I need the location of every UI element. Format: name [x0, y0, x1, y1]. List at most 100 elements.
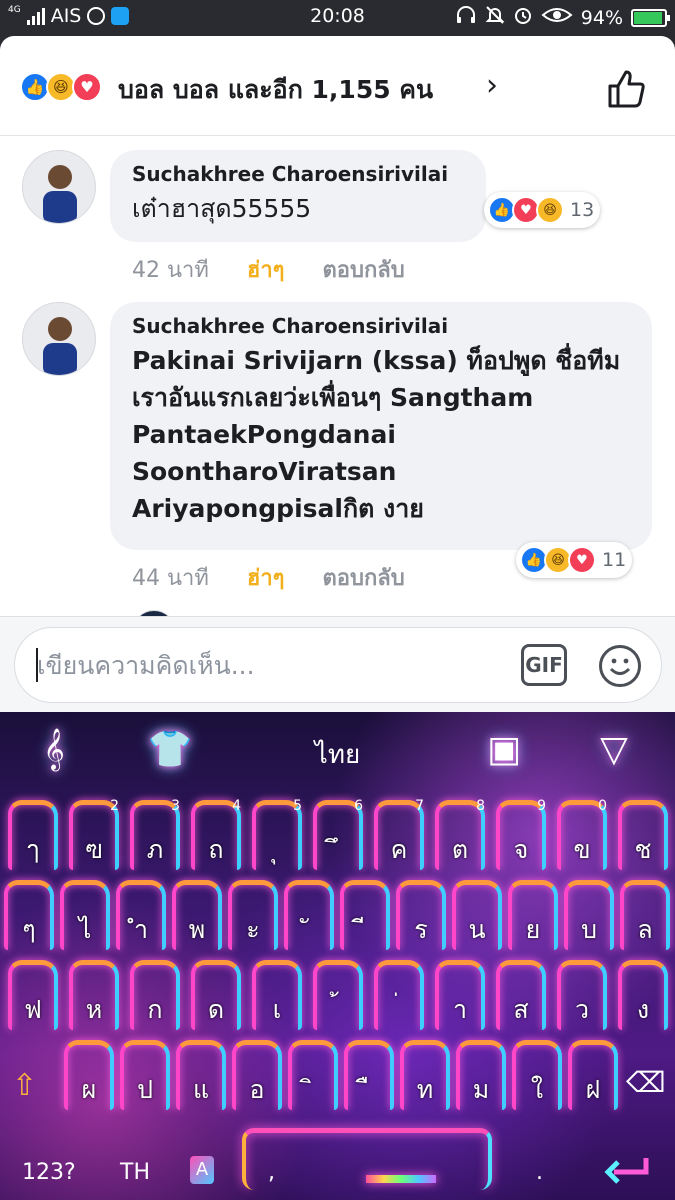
- keyboard-key[interactable]: ม: [454, 1040, 508, 1118]
- reaction-count: 11: [602, 549, 627, 571]
- sticker-icon[interactable]: ▣: [480, 726, 528, 774]
- reply-button[interactable]: ตอบกลับ: [323, 252, 405, 287]
- reaction-icons: 👍 😆 ♥: [20, 72, 102, 102]
- battery-charging-icon: [631, 8, 670, 27]
- keyboard-key[interactable]: ง: [616, 960, 670, 1038]
- keyboard-key[interactable]: บ: [562, 880, 616, 958]
- keyboard-key[interactable]: ต8: [433, 798, 487, 878]
- keyboard-key[interactable]: ิ: [286, 1040, 340, 1118]
- backspace-icon[interactable]: ⌫: [626, 1066, 666, 1099]
- comment-meta: 42 นาที ฮ่าๆ ตอบกลับ: [132, 252, 405, 287]
- headset-icon: [455, 5, 477, 30]
- keyboard-key[interactable]: ะ: [226, 880, 280, 958]
- keyboard-key[interactable]: น: [450, 880, 504, 958]
- comment-field[interactable]: GIF: [14, 627, 662, 703]
- comment-author[interactable]: Suchakhree Charoensirivilai: [132, 314, 630, 338]
- love-reaction-icon: ♥: [568, 546, 596, 574]
- reaction-action-button[interactable]: ฮ่าๆ: [247, 560, 285, 595]
- keyboard-key[interactable]: ป: [118, 1040, 172, 1118]
- key-label: ฝ: [585, 1075, 601, 1104]
- keyboard-key[interactable]: ท: [398, 1040, 452, 1118]
- comment-reactions[interactable]: 👍 ♥ 😆 13: [484, 192, 601, 228]
- emoji-button[interactable]: [599, 645, 641, 687]
- keyboard-key[interactable]: ห: [67, 960, 121, 1038]
- reactions-summary-text[interactable]: บอล บอล และอีก 1,155 คน: [118, 70, 433, 110]
- keyboard-key[interactable]: ช: [616, 800, 670, 878]
- keyboard-key[interactable]: า: [433, 960, 487, 1038]
- gif-button[interactable]: GIF: [521, 644, 567, 686]
- comment-text: เต๋าฮาสุด55555: [132, 194, 312, 223]
- shift-icon[interactable]: ⇧: [12, 1068, 37, 1103]
- avatar[interactable]: [22, 150, 96, 224]
- keyboard-key[interactable]: ส: [494, 960, 548, 1038]
- keyboard-key[interactable]: ำ: [114, 880, 168, 958]
- battery-percent: 94%: [580, 6, 623, 29]
- key-label: ฃ: [85, 835, 103, 864]
- keyboard-key[interactable]: แ: [174, 1040, 228, 1118]
- keyboard-key[interactable]: ใ: [510, 1040, 564, 1118]
- keyboard-key[interactable]: ย: [506, 880, 560, 958]
- keyboard-key[interactable]: ค7: [372, 798, 426, 878]
- keyboard-key[interactable]: พ: [170, 880, 224, 958]
- key-label: ข: [573, 835, 591, 864]
- like-post-button[interactable]: [604, 66, 648, 110]
- keyboard-key[interactable]: ข0: [555, 798, 609, 878]
- keyboard-key[interactable]: เ: [250, 960, 304, 1038]
- love-reaction-icon: ♥: [72, 72, 102, 102]
- enter-icon[interactable]: [604, 1156, 652, 1192]
- keyboard-key[interactable]: ่: [372, 960, 426, 1038]
- keyboard-key[interactable]: ี: [338, 880, 392, 958]
- keyboard-key[interactable]: ถ4: [189, 798, 243, 878]
- numbers-key[interactable]: 123?: [22, 1160, 76, 1185]
- keyboard-key[interactable]: จ9: [494, 798, 548, 878]
- reaction-action-button[interactable]: ฮ่าๆ: [247, 252, 285, 287]
- chevron-right-icon[interactable]: ›: [486, 68, 498, 103]
- keyboard-key[interactable]: ฝ: [566, 1040, 620, 1118]
- keyboard-key[interactable]: ั: [282, 880, 336, 958]
- keyboard-key[interactable]: ภ3: [128, 798, 182, 878]
- key-label: ร: [414, 915, 428, 944]
- key-label: ึ: [311, 830, 365, 870]
- keyboard-key[interactable]: ฟ: [6, 960, 60, 1038]
- comment-text-line: PantaekPongdanai: [132, 420, 396, 449]
- keyboard-key[interactable]: ๆ: [2, 880, 56, 958]
- comment-author[interactable]: Suchakhree Charoensirivilai: [132, 162, 464, 186]
- comment-bubble[interactable]: Suchakhree Charoensirivilai Pakinai Sriv…: [110, 302, 652, 550]
- keyboard-key[interactable]: ึ6: [311, 798, 365, 878]
- key-hint: 0: [598, 798, 607, 814]
- keyboard-key[interactable]: ด: [189, 960, 243, 1038]
- keyboard-key[interactable]: ๅ: [6, 800, 60, 878]
- comment-reactions[interactable]: 👍 😆 ♥ 11: [516, 542, 633, 578]
- key-label: ง: [636, 995, 650, 1024]
- keyboard-key[interactable]: ก: [128, 960, 182, 1038]
- keyboard-key[interactable]: อ: [230, 1040, 284, 1118]
- keyboard-key[interactable]: ุ5: [250, 798, 304, 878]
- language-switch-key[interactable]: TH: [120, 1160, 150, 1185]
- keyboard-key[interactable]: ฃ2: [67, 798, 121, 878]
- comment-bubble[interactable]: Suchakhree Charoensirivilai เต๋าฮาสุด555…: [110, 150, 486, 242]
- keyboard-key[interactable]: ผ: [62, 1040, 116, 1118]
- keyboard-key[interactable]: ื: [342, 1040, 396, 1118]
- period-key[interactable]: .: [536, 1160, 543, 1185]
- reactions-summary-bar[interactable]: 👍 😆 ♥ บอล บอล และอีก 1,155 คน ›: [0, 36, 675, 136]
- collapse-triangle-icon[interactable]: ▽: [590, 726, 638, 774]
- keyboard: 𝄞 👕 ไทย ▣ ▽ ๅฃ2ภ3ถ4ุ5ึ6ค7ต8จ9ข0ชๆไำพะัีร…: [0, 712, 675, 1200]
- keyboard-key[interactable]: ล: [618, 880, 672, 958]
- reply-button[interactable]: ตอบกลับ: [323, 560, 405, 595]
- keyboard-key[interactable]: ไ: [58, 880, 112, 958]
- avatar[interactable]: [22, 302, 96, 376]
- key-label: น: [468, 915, 486, 944]
- keyboard-key[interactable]: ว: [555, 960, 609, 1038]
- keyboard-theme-icon[interactable]: A: [190, 1156, 214, 1184]
- keyboard-bottom-row: 123? TH A , .: [0, 1120, 675, 1200]
- comment-input[interactable]: [37, 642, 507, 688]
- bell-off-icon: [485, 5, 505, 30]
- alarm-icon: [513, 5, 533, 30]
- key-label: ช: [634, 835, 652, 864]
- language-label[interactable]: ไทย: [0, 734, 675, 775]
- keyboard-key[interactable]: ้: [311, 960, 365, 1038]
- space-bar[interactable]: [242, 1128, 492, 1190]
- keyboard-key[interactable]: ร: [394, 880, 448, 958]
- key-label: ๅ: [26, 835, 40, 864]
- key-label: ใ: [530, 1075, 544, 1104]
